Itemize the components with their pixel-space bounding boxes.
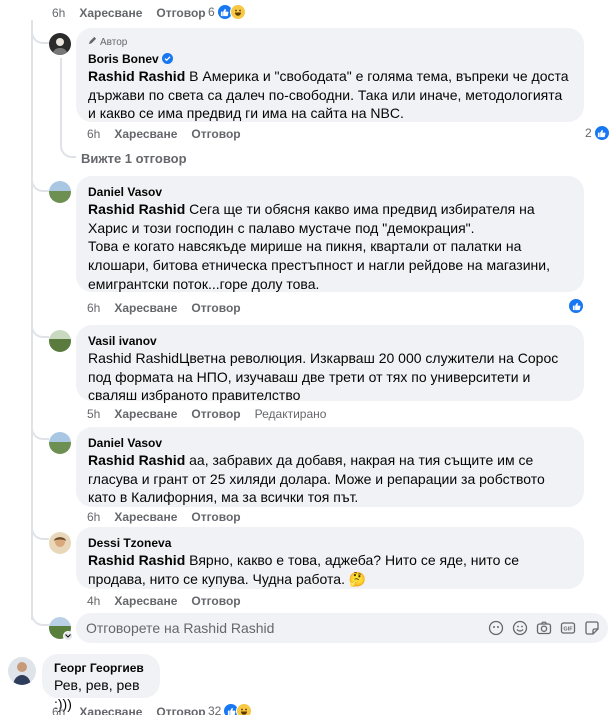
comment-text: Rashid Rashid В Америка и "свободата" е … bbox=[88, 67, 572, 123]
reply-button[interactable]: Отговор bbox=[191, 594, 240, 608]
reaction-count: 2 bbox=[585, 126, 592, 140]
reply-button[interactable]: Отговор bbox=[156, 705, 205, 715]
like-button[interactable]: Харесване bbox=[79, 705, 142, 715]
avatar-daniel-vasov[interactable] bbox=[49, 432, 71, 454]
reaction-count: 6 bbox=[208, 5, 215, 19]
comment-time[interactable]: 4h bbox=[87, 594, 100, 608]
haha-reaction-icon bbox=[229, 4, 246, 20]
thread-branch bbox=[31, 424, 49, 440]
comment-bubble-georg: Георг Георгиев Рев, рев, рев :))) bbox=[42, 654, 160, 712]
thinking-emoji: 🤔 bbox=[348, 570, 367, 587]
view-replies-link[interactable]: Вижте 1 отговор bbox=[81, 151, 187, 166]
like-reaction-icon bbox=[568, 298, 584, 314]
comment-bubble-daniel-2: Daniel Vasov Rashid Rashid аа, забравих … bbox=[76, 427, 584, 507]
avatar-dessi-tzoneva[interactable] bbox=[49, 532, 71, 554]
pencil-icon bbox=[88, 36, 97, 49]
camera-icon[interactable] bbox=[536, 620, 552, 636]
like-button[interactable]: Харесване bbox=[114, 127, 177, 141]
comment-bubble-boris: Автор Boris Bonev Rashid Rashid В Америк… bbox=[76, 28, 584, 122]
commenter-name[interactable]: Dessi Tzoneva bbox=[88, 535, 572, 551]
commenter-name-text: Boris Bonev bbox=[88, 52, 159, 66]
avatar-boris-bonev[interactable] bbox=[49, 33, 71, 55]
comment-bubble-dessi: Dessi Tzoneva Rashid Rashid Вярно, какво… bbox=[76, 527, 584, 589]
commenter-name[interactable]: Daniel Vasov bbox=[88, 184, 572, 200]
comment-text: Rashid RashidЦветна революция. Изкарваш … bbox=[88, 350, 559, 404]
author-badge: Автор bbox=[88, 36, 572, 49]
comment-text-2: Това е когато навсякъде мирише на пикня,… bbox=[88, 238, 550, 292]
chevron-down-icon[interactable] bbox=[63, 631, 73, 641]
thread-line-sub bbox=[60, 58, 62, 148]
avatar-daniel-vasov[interactable] bbox=[49, 181, 71, 203]
comment-time[interactable]: 6h bbox=[87, 301, 100, 315]
like-button[interactable]: Харесване bbox=[114, 301, 177, 315]
emoji-icon[interactable] bbox=[512, 620, 528, 636]
comment-actions: 6h Харесване Отговор bbox=[52, 704, 206, 715]
reply-button[interactable]: Отговор bbox=[156, 6, 205, 20]
thread-branch bbox=[31, 30, 49, 44]
verified-badge-icon bbox=[161, 53, 173, 64]
commenter-name[interactable]: Daniel Vasov bbox=[88, 435, 572, 451]
comment-text: Rashid Rashid аа, забравих да добавя, на… bbox=[88, 451, 572, 507]
comment-bubble-daniel: Daniel Vasov Rashid Rashid Сега ще ти об… bbox=[76, 176, 584, 292]
svg-text:GIF: GIF bbox=[563, 627, 573, 633]
mention-tag[interactable]: Rashid Rashid bbox=[88, 201, 185, 217]
comment-time[interactable]: 6h bbox=[87, 510, 100, 524]
gif-icon[interactable]: GIF bbox=[560, 620, 576, 636]
reaction-summary[interactable]: 32 bbox=[208, 703, 253, 715]
reply-button[interactable]: Отговор bbox=[191, 301, 240, 315]
commenter-name[interactable]: Boris Bonev bbox=[88, 51, 572, 67]
top-comment-actions: 6h Харесване Отговор bbox=[52, 5, 206, 21]
like-button[interactable]: Харесване bbox=[114, 407, 177, 421]
haha-reaction-icon bbox=[236, 703, 253, 715]
comment-actions: 5h Харесване Отговор Редактирано bbox=[87, 406, 326, 422]
like-button[interactable]: Харесване bbox=[79, 6, 142, 20]
sticker-icon[interactable] bbox=[584, 620, 600, 636]
comment-time[interactable]: 5h bbox=[87, 407, 100, 421]
commenter-name[interactable]: Георг Георгиев bbox=[54, 660, 148, 676]
comment-actions: 6h Харесване Отговор bbox=[87, 126, 241, 142]
avatar-sticker-icon[interactable] bbox=[488, 620, 504, 636]
reply-input[interactable]: Отговорете на Rashid Rashid GIF bbox=[76, 613, 608, 643]
reaction-summary[interactable]: 2 bbox=[585, 125, 610, 141]
reply-button[interactable]: Отговор bbox=[191, 510, 240, 524]
commenter-name[interactable]: Vasil ivanov bbox=[88, 333, 572, 349]
like-button[interactable]: Харесване bbox=[114, 510, 177, 524]
mention-tag[interactable]: Rashid Rashid bbox=[88, 68, 185, 84]
comment-time[interactable]: 6h bbox=[52, 6, 65, 20]
mention-tag[interactable]: Rashid Rashid bbox=[88, 552, 185, 568]
reaction-summary[interactable] bbox=[568, 298, 584, 314]
comment-time[interactable]: 6h bbox=[52, 705, 65, 715]
author-label: Автор bbox=[100, 36, 128, 48]
edited-label[interactable]: Редактирано bbox=[255, 407, 327, 421]
comment-actions: 6h Харесване Отговор bbox=[87, 509, 241, 525]
thread-branch bbox=[31, 524, 49, 540]
reaction-count: 32 bbox=[208, 704, 222, 715]
thread-branch bbox=[31, 322, 49, 338]
comment-time[interactable]: 6h bbox=[87, 127, 100, 141]
thread-branch bbox=[60, 140, 76, 158]
thread-branch bbox=[31, 176, 49, 192]
avatar-georg-georgiev[interactable] bbox=[8, 657, 36, 685]
comment-actions: 4h Харесване Отговор bbox=[87, 593, 241, 609]
comment-actions: 6h Харесване Отговор bbox=[87, 300, 241, 316]
comment-text: Rashid Rashid Сега ще ти обясня какво им… bbox=[88, 200, 572, 237]
avatar-vasil-ivanov[interactable] bbox=[49, 330, 71, 352]
comment-bubble-vasil: Vasil ivanov Rashid RashidЦветна революц… bbox=[76, 325, 584, 403]
like-button[interactable]: Харесване bbox=[114, 594, 177, 608]
reply-button[interactable]: Отговор bbox=[191, 407, 240, 421]
mention-tag[interactable]: Rashid Rashid bbox=[88, 452, 185, 468]
reply-button[interactable]: Отговор bbox=[191, 127, 240, 141]
reaction-summary[interactable]: 6 bbox=[208, 4, 246, 20]
comment-text: Rashid Rashid Вярно, какво е това, аджеб… bbox=[88, 551, 572, 588]
reply-input-placeholder: Отговорете на Rashid Rashid bbox=[86, 620, 275, 636]
reply-input-tools: GIF bbox=[488, 620, 608, 636]
like-reaction-icon bbox=[593, 125, 610, 141]
thread-branch bbox=[31, 610, 49, 626]
